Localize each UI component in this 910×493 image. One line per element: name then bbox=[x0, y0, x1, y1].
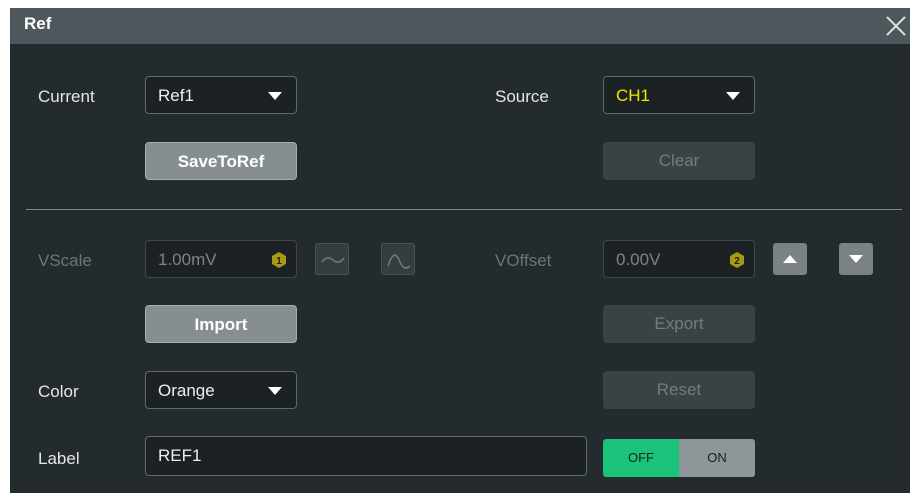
vscale-value: 1.00mV bbox=[158, 250, 217, 269]
clear-button[interactable]: Clear bbox=[603, 142, 755, 180]
voffset-badge: 2 bbox=[734, 256, 740, 267]
knob-2-icon: 2 bbox=[730, 252, 744, 268]
knob-1-icon: 1 bbox=[272, 252, 286, 268]
sine-fine-icon bbox=[321, 257, 345, 263]
toggle-off-option[interactable]: OFF bbox=[603, 439, 679, 477]
color-dropdown[interactable]: Orange bbox=[145, 371, 297, 409]
current-label: Current bbox=[38, 87, 95, 106]
chevron-down-icon bbox=[268, 387, 282, 395]
import-button[interactable]: Import bbox=[145, 305, 297, 343]
voffset-value: 0.00V bbox=[616, 250, 661, 269]
ref-dialog: Ref Current Ref1 Source CH1 SaveToRef Cl… bbox=[10, 8, 910, 493]
vscale-label: VScale bbox=[38, 251, 92, 270]
label-value: REF1 bbox=[158, 446, 202, 465]
vscale-badge: 1 bbox=[276, 256, 282, 267]
label-input[interactable]: REF1 bbox=[145, 436, 587, 476]
label-display-toggle[interactable]: OFF ON bbox=[603, 439, 755, 477]
sine-coarse-icon bbox=[387, 254, 411, 269]
title-bar: Ref bbox=[10, 8, 910, 44]
voffset-label: VOffset bbox=[495, 251, 552, 270]
vscale-input[interactable]: 1.00mV 1 bbox=[145, 240, 297, 278]
save-to-ref-button[interactable]: SaveToRef bbox=[145, 142, 297, 180]
current-value: Ref1 bbox=[158, 86, 194, 105]
vscale-coarse-button[interactable] bbox=[381, 243, 415, 275]
dialog-title: Ref bbox=[24, 14, 52, 33]
source-dropdown[interactable]: CH1 bbox=[603, 76, 755, 114]
voffset-input[interactable]: 0.00V 2 bbox=[603, 240, 755, 278]
label-label: Label bbox=[38, 449, 80, 468]
color-value: Orange bbox=[158, 381, 215, 400]
offset-up-button[interactable] bbox=[773, 243, 807, 275]
current-dropdown[interactable]: Ref1 bbox=[145, 76, 297, 114]
close-icon bbox=[886, 16, 906, 36]
arrow-up-icon bbox=[783, 255, 797, 263]
vscale-fine-button[interactable] bbox=[315, 243, 349, 275]
source-label: Source bbox=[495, 87, 549, 106]
color-label: Color bbox=[38, 382, 79, 401]
offset-down-button[interactable] bbox=[839, 243, 873, 275]
close-button[interactable] bbox=[878, 11, 910, 41]
divider bbox=[26, 209, 902, 210]
arrow-down-icon bbox=[849, 255, 863, 263]
toggle-on-option[interactable]: ON bbox=[679, 439, 755, 477]
chevron-down-icon bbox=[726, 92, 740, 100]
export-button[interactable]: Export bbox=[603, 305, 755, 343]
chevron-down-icon bbox=[268, 92, 282, 100]
reset-button[interactable]: Reset bbox=[603, 371, 755, 409]
source-value: CH1 bbox=[616, 86, 651, 105]
